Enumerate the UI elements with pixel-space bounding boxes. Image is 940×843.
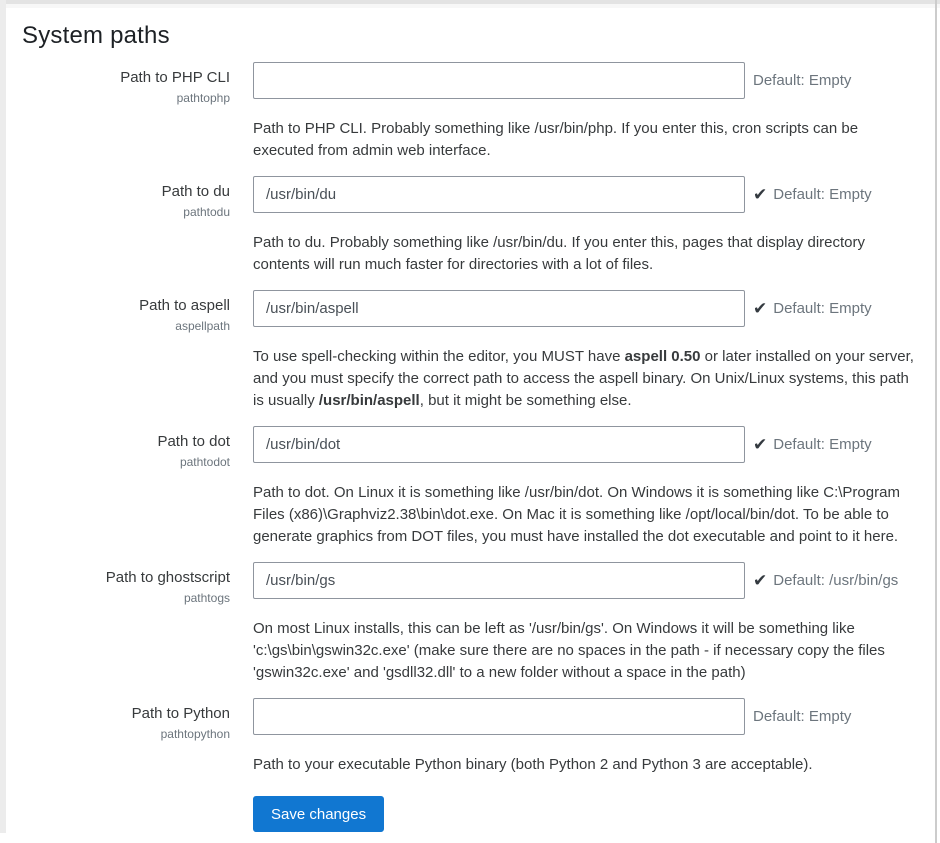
setting-shortname: pathtophp xyxy=(22,91,230,105)
setting-label: Path to aspell xyxy=(22,297,230,316)
default-value-text: Default: Empty xyxy=(773,186,871,203)
page-title: System paths xyxy=(22,22,935,50)
setting-description: Path to du. Probably something like /usr… xyxy=(253,232,921,276)
setting-input-line: ✔ Default: Empty xyxy=(253,176,935,213)
setting-row: Path to dot pathtodot ✔ Default: Empty P… xyxy=(22,426,935,562)
setting-description: Path to PHP CLI. Probably something like… xyxy=(253,118,921,162)
settings-form: Path to PHP CLI pathtophp ✔ Default: Emp… xyxy=(22,62,935,790)
default-value-text: Default: Empty xyxy=(753,72,851,89)
default-value-text: Default: /usr/bin/gs xyxy=(773,572,898,589)
setting-row: Path to PHP CLI pathtophp ✔ Default: Emp… xyxy=(22,62,935,176)
description-segment: On most Linux installs, this can be left… xyxy=(253,620,885,681)
setting-label-column: Path to du pathtodu xyxy=(22,176,230,219)
setting-input-line: ✔ Default: Empty xyxy=(253,426,935,463)
description-segment: Path to PHP CLI. Probably something like… xyxy=(253,120,858,159)
setting-input-line: ✔ Default: Empty xyxy=(253,290,935,327)
setting-content-column: ✔ Default: Empty Path to PHP CLI. Probab… xyxy=(253,62,935,176)
setting-input-line: ✔ Default: Empty xyxy=(253,698,935,735)
setting-row: Path to du pathtodu ✔ Default: Empty Pat… xyxy=(22,176,935,290)
setting-path-input[interactable] xyxy=(253,562,745,599)
setting-label: Path to ghostscript xyxy=(22,569,230,588)
check-icon: ✔ xyxy=(753,300,767,317)
setting-content-column: ✔ Default: Empty Path to du. Probably so… xyxy=(253,176,935,290)
save-changes-button[interactable]: Save changes xyxy=(253,796,384,832)
setting-path-input[interactable] xyxy=(253,62,745,99)
setting-content-column: ✔ Default: Empty Path to your executable… xyxy=(253,698,935,790)
setting-input-line: ✔ Default: /usr/bin/gs xyxy=(253,562,935,599)
setting-label-column: Path to PHP CLI pathtophp xyxy=(22,62,230,105)
description-segment: aspell 0.50 xyxy=(625,348,701,365)
setting-shortname: aspellpath xyxy=(22,319,230,333)
system-paths-settings-page: System paths Path to PHP CLI pathtophp ✔… xyxy=(6,8,935,843)
default-value-area: ✔ Default: Empty xyxy=(753,698,851,735)
setting-shortname: pathtodu xyxy=(22,205,230,219)
check-icon: ✔ xyxy=(753,186,767,203)
description-segment: Path to dot. On Linux it is something li… xyxy=(253,484,900,545)
default-value-area: ✔ Default: Empty xyxy=(753,62,851,99)
setting-description: To use spell-checking within the editor,… xyxy=(253,346,921,412)
check-icon: ✔ xyxy=(753,436,767,453)
setting-description: Path to dot. On Linux it is something li… xyxy=(253,482,921,548)
setting-label-column: Path to ghostscript pathtogs xyxy=(22,562,230,605)
default-value-text: Default: Empty xyxy=(773,436,871,453)
setting-path-input[interactable] xyxy=(253,426,745,463)
default-value-text: Default: Empty xyxy=(773,300,871,317)
check-icon: ✔ xyxy=(753,572,767,589)
setting-shortname: pathtodot xyxy=(22,455,230,469)
setting-label: Path to PHP CLI xyxy=(22,69,230,88)
default-value-area: ✔ Default: Empty xyxy=(753,290,872,327)
setting-path-input[interactable] xyxy=(253,698,745,735)
setting-label: Path to du xyxy=(22,183,230,202)
setting-description: On most Linux installs, this can be left… xyxy=(253,618,921,684)
setting-label: Path to dot xyxy=(22,433,230,452)
setting-path-input[interactable] xyxy=(253,290,745,327)
setting-shortname: pathtogs xyxy=(22,591,230,605)
default-value-area: ✔ Default: Empty xyxy=(753,426,872,463)
panel-right-edge xyxy=(935,0,937,843)
description-segment: , but it might be something else. xyxy=(420,392,632,409)
description-segment: /usr/bin/aspell xyxy=(319,392,420,409)
setting-label-column: Path to aspell aspellpath xyxy=(22,290,230,333)
setting-path-input[interactable] xyxy=(253,176,745,213)
setting-shortname: pathtopython xyxy=(22,727,230,741)
default-value-text: Default: Empty xyxy=(753,708,851,725)
setting-description: Path to your executable Python binary (b… xyxy=(253,754,921,776)
description-segment: Path to your executable Python binary (b… xyxy=(253,756,813,773)
setting-content-column: ✔ Default: Empty To use spell-checking w… xyxy=(253,290,935,426)
form-actions: Save changes xyxy=(253,796,935,832)
setting-input-line: ✔ Default: Empty xyxy=(253,62,935,99)
description-segment: To use spell-checking within the editor,… xyxy=(253,348,625,365)
description-segment: Path to du. Probably something like /usr… xyxy=(253,234,865,273)
setting-label-column: Path to dot pathtodot xyxy=(22,426,230,469)
setting-label: Path to Python xyxy=(22,705,230,724)
default-value-area: ✔ Default: /usr/bin/gs xyxy=(753,562,898,599)
setting-row: Path to aspell aspellpath ✔ Default: Emp… xyxy=(22,290,935,426)
setting-label-column: Path to Python pathtopython xyxy=(22,698,230,741)
setting-row: Path to Python pathtopython ✔ Default: E… xyxy=(22,698,935,790)
default-value-area: ✔ Default: Empty xyxy=(753,176,872,213)
setting-content-column: ✔ Default: Empty Path to dot. On Linux i… xyxy=(253,426,935,562)
setting-content-column: ✔ Default: /usr/bin/gs On most Linux ins… xyxy=(253,562,935,698)
setting-row: Path to ghostscript pathtogs ✔ Default: … xyxy=(22,562,935,698)
